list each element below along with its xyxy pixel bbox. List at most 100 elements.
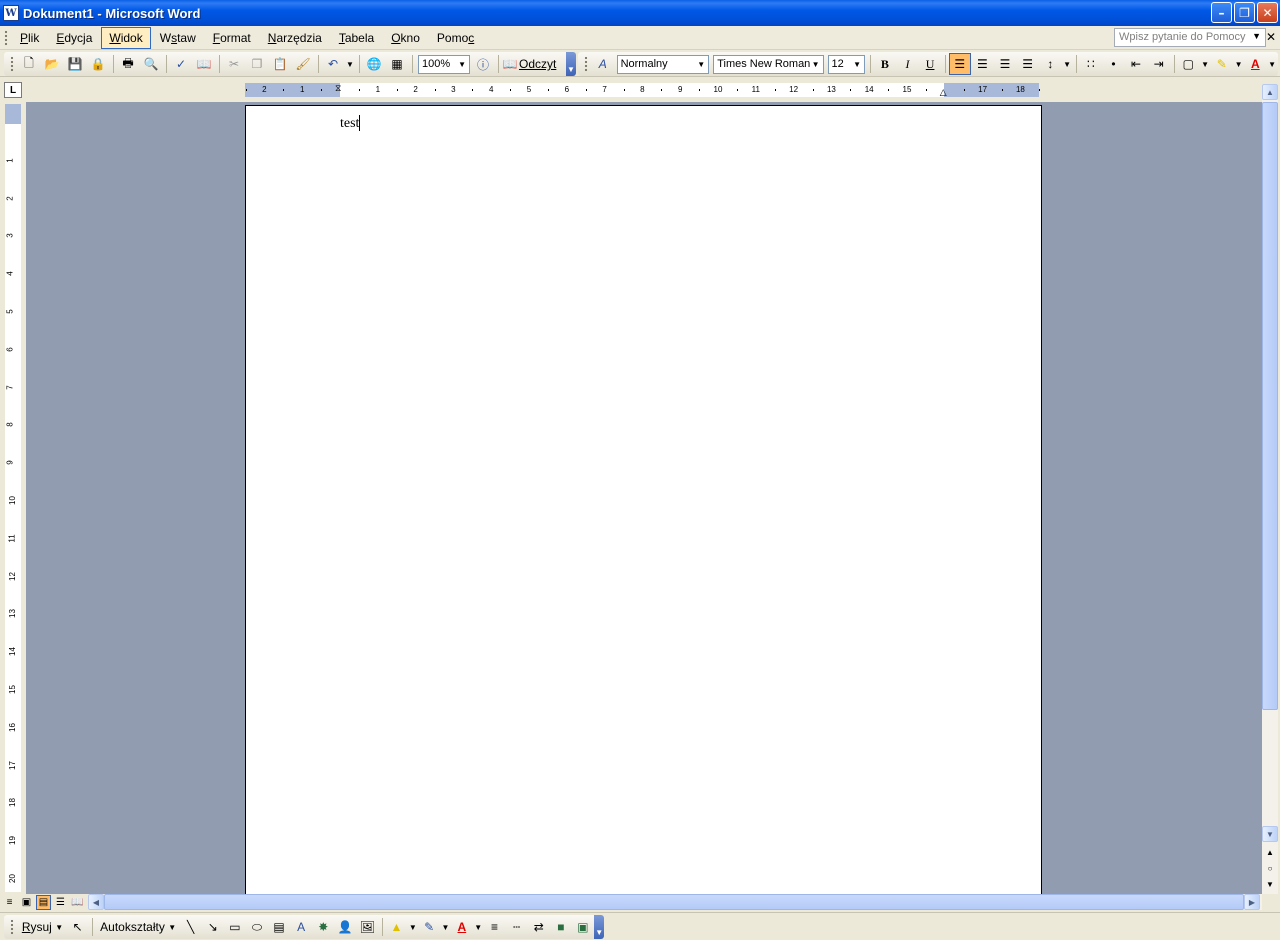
align-left-icon[interactable]: ☰	[948, 53, 971, 75]
previous-page-icon[interactable]: ▲	[1262, 844, 1278, 860]
line-icon[interactable]: ╲	[180, 916, 201, 938]
print-preview-icon[interactable]: 🔍	[140, 53, 162, 75]
menu-okno[interactable]: Okno	[383, 27, 428, 49]
toolbar-options-icon[interactable]: ▼	[566, 52, 576, 76]
toolbar-grip-handle[interactable]	[10, 919, 14, 935]
font-color-icon[interactable]: A	[1244, 53, 1266, 75]
picture-icon[interactable]: 🖼	[357, 916, 378, 938]
horizontal-scroll-thumb[interactable]	[104, 894, 1244, 910]
align-center-icon[interactable]: ☰	[972, 53, 994, 75]
toolbar-grip-handle[interactable]	[584, 56, 588, 72]
close-button[interactable]: ✕	[1257, 2, 1278, 23]
menu-narzedzia[interactable]: Narzędzia	[260, 27, 330, 49]
line-spacing-dropdown-icon[interactable]: ▼	[1062, 53, 1072, 75]
dash-style-icon[interactable]: ┄	[506, 916, 527, 938]
document-page[interactable]: test	[245, 105, 1042, 894]
scroll-up-icon[interactable]: ▲	[1262, 84, 1278, 100]
research-icon[interactable]: 📖	[193, 53, 215, 75]
reading-layout-button[interactable]: Odczyt	[519, 57, 556, 71]
scroll-left-icon[interactable]: ◀	[88, 894, 104, 910]
restore-button[interactable]: ❐	[1234, 2, 1255, 23]
vertical-scroll-thumb[interactable]	[1262, 102, 1278, 710]
arrow-icon[interactable]: ↘	[202, 916, 223, 938]
open-folder-icon[interactable]: 📂	[41, 53, 63, 75]
minimize-button[interactable]: –	[1211, 2, 1232, 23]
italic-button[interactable]: I	[897, 53, 919, 75]
fill-color-dropdown-icon[interactable]: ▼	[408, 916, 418, 938]
diagram-icon[interactable]: ✸	[313, 916, 334, 938]
reading-view-icon[interactable]: 📖	[70, 895, 85, 910]
select-objects-icon[interactable]: ↖	[67, 916, 88, 938]
normal-view-icon[interactable]: ≡	[2, 895, 17, 910]
menu-tabela[interactable]: Tabela	[331, 27, 382, 49]
line-color-icon[interactable]: ✎	[419, 916, 440, 938]
next-page-icon[interactable]: ▼	[1262, 876, 1278, 892]
hyperlink-icon[interactable]: 🌐	[363, 53, 385, 75]
borders-dropdown-icon[interactable]: ▼	[1200, 53, 1210, 75]
draw-menu-button[interactable]: Rysuj ▼	[18, 920, 67, 934]
clip-art-icon[interactable]: 👤	[335, 916, 356, 938]
save-icon[interactable]: 💾	[64, 53, 86, 75]
menu-pomoc[interactable]: Pomoc	[429, 27, 482, 49]
right-indent-marker-icon[interactable]: △	[940, 87, 947, 98]
format-painter-icon[interactable]: 🖌	[292, 53, 314, 75]
reading-layout-icon[interactable]: 📖	[502, 53, 518, 75]
close-document-icon[interactable]: ✕	[1266, 30, 1276, 44]
toolbar-grip-handle[interactable]	[10, 56, 14, 72]
decrease-indent-icon[interactable]: ⇤	[1125, 53, 1147, 75]
cut-icon[interactable]: ✂	[223, 53, 245, 75]
menu-wstaw[interactable]: Wstaw	[152, 27, 204, 49]
text-box-icon[interactable]: ▤	[269, 916, 290, 938]
print-icon[interactable]: 🖶	[117, 53, 139, 75]
shadow-style-icon[interactable]: ■	[550, 916, 571, 938]
vertical-ruler[interactable]: 1 2 3 4 5 6 7 8 9 10 11 12 13 14 15 16 17 18 19 20	[5, 104, 21, 892]
zoom-select[interactable]: 100% ▼	[418, 54, 470, 74]
web-layout-icon[interactable]: ▣	[19, 895, 34, 910]
outline-view-icon[interactable]: ☰	[53, 895, 68, 910]
undo-dropdown-icon[interactable]: ▼	[345, 53, 355, 75]
toolbar-options-icon[interactable]: ▼	[594, 915, 605, 939]
indent-marker-icon[interactable]: ⧖	[335, 83, 341, 94]
chevron-down-icon[interactable]: ▼	[1252, 31, 1261, 44]
undo-icon[interactable]: ↶	[322, 53, 344, 75]
wordart-icon[interactable]: A	[291, 916, 312, 938]
menu-grip-handle[interactable]	[4, 29, 8, 46]
document-text[interactable]: test	[340, 115, 361, 132]
styles-formatting-icon[interactable]: A	[592, 53, 614, 75]
vertical-scrollbar[interactable]: ▲ ▼ ▲ ○ ▼	[1262, 84, 1278, 894]
arrow-style-icon[interactable]: ⇄	[528, 916, 549, 938]
tab-selector[interactable]: L	[4, 82, 22, 98]
print-layout-icon[interactable]: ▤	[36, 894, 51, 910]
word-app-icon[interactable]: W	[3, 5, 19, 21]
increase-indent-icon[interactable]: ⇥	[1148, 53, 1170, 75]
highlight-dropdown-icon[interactable]: ▼	[1234, 53, 1244, 75]
justify-icon[interactable]: ☰	[1017, 53, 1039, 75]
autoshapes-menu-button[interactable]: Autokształty ▼	[96, 920, 180, 934]
line-color-dropdown-icon[interactable]: ▼	[441, 916, 451, 938]
underline-button[interactable]: U	[919, 53, 941, 75]
style-select[interactable]: Normalny ▼	[616, 54, 710, 74]
menu-plik[interactable]: Plik	[12, 27, 47, 49]
align-right-icon[interactable]: ☰	[994, 53, 1016, 75]
font-color-icon[interactable]: A	[451, 916, 472, 938]
fill-color-icon[interactable]: ▲	[386, 916, 407, 938]
copy-icon[interactable]: ❐	[246, 53, 268, 75]
font-size-select[interactable]: 12 ▼	[827, 54, 866, 74]
browse-object-icon[interactable]: ○	[1262, 860, 1278, 876]
scroll-right-icon[interactable]: ▶	[1244, 894, 1260, 910]
bullets-icon[interactable]: •	[1103, 53, 1125, 75]
horizontal-ruler[interactable]: 2 1 1 2 3 4 5 6 7 8 9 10 11 12 13 14 15 17 18 ⧖ △	[245, 83, 1041, 98]
help-icon[interactable]: ⓘ	[472, 53, 494, 75]
font-select[interactable]: Times New Roman ▼	[713, 54, 824, 74]
new-document-icon[interactable]: 🗋	[18, 53, 40, 75]
rectangle-icon[interactable]: ▭	[224, 916, 245, 938]
font-color-dropdown-icon[interactable]: ▼	[1267, 53, 1277, 75]
borders-icon[interactable]: ▢	[1178, 53, 1200, 75]
horizontal-scrollbar[interactable]: ◀ ▶	[88, 894, 1262, 910]
menu-format[interactable]: Format	[205, 27, 259, 49]
scroll-down-icon[interactable]: ▼	[1262, 826, 1278, 842]
line-spacing-icon[interactable]: ↕	[1040, 53, 1062, 75]
numbering-icon[interactable]: ∷	[1080, 53, 1102, 75]
highlight-icon[interactable]: ✎	[1211, 53, 1233, 75]
paste-icon[interactable]: 📋	[269, 53, 291, 75]
